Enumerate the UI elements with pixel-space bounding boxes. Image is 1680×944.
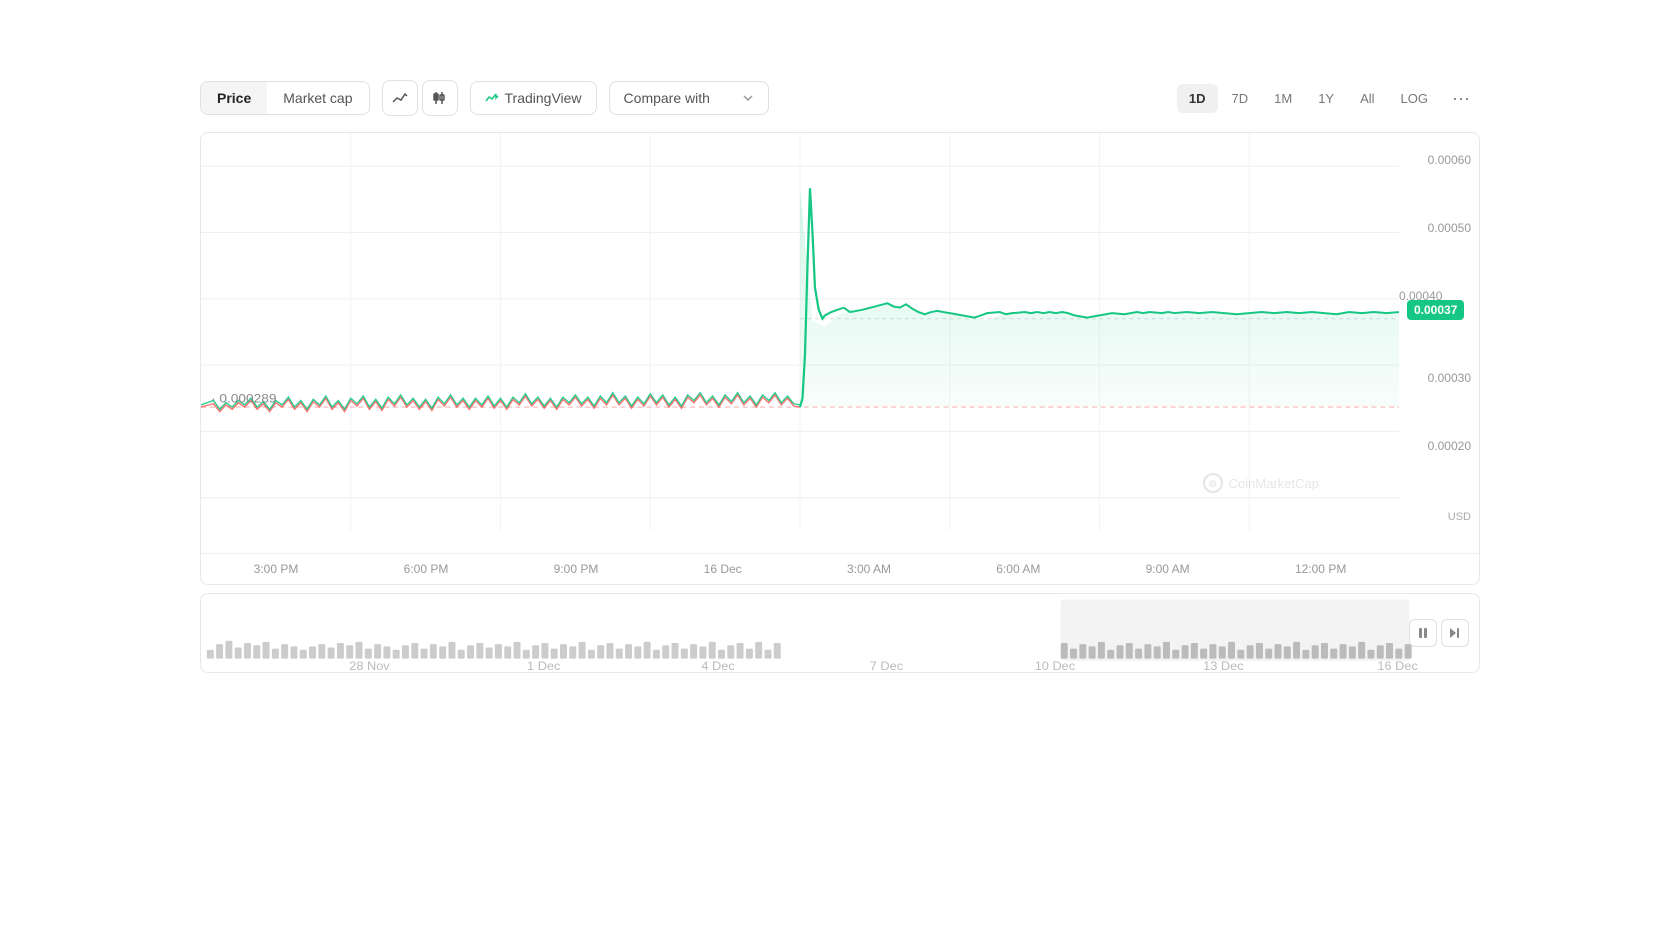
compare-with-label: Compare with <box>624 90 710 106</box>
svg-text:1 Dec: 1 Dec <box>527 659 560 672</box>
chart-svg-area: · 0.000289 ◎ CoinMarketCap <box>201 133 1399 553</box>
tab-market-cap[interactable]: Market cap <box>267 82 368 114</box>
x-label-3: 16 Dec <box>704 562 742 576</box>
time-btn-log[interactable]: LOG <box>1389 84 1440 113</box>
minimap-chart: 28 Nov 1 Dec 4 Dec 7 Dec 10 Dec 13 Dec 1… <box>201 594 1479 672</box>
tradingview-label: TradingView <box>505 90 582 106</box>
pause-icon <box>1418 627 1428 639</box>
time-range-buttons: 1D 7D 1M 1Y All LOG ··· <box>1177 81 1480 116</box>
price-chart-svg: · 0.000289 <box>201 133 1399 553</box>
line-chart-icon[interactable] <box>382 80 418 116</box>
time-btn-1y[interactable]: 1Y <box>1306 84 1346 113</box>
x-label-0: 3:00 PM <box>254 562 299 576</box>
tab-price[interactable]: Price <box>201 82 267 114</box>
x-label-6: 9:00 AM <box>1146 562 1190 576</box>
chart-view-icons <box>382 80 458 116</box>
chart-main: · 0.000289 ◎ CoinMarketCap 0.00060 0.000… <box>201 133 1479 553</box>
y-label-1: 0.00050 <box>1428 221 1471 235</box>
y-label-2: 0.00040 0.00037 <box>1399 289 1471 317</box>
more-options-button[interactable]: ··· <box>1442 81 1480 116</box>
compare-with-dropdown[interactable]: Compare with <box>609 81 769 115</box>
main-chart-container: · 0.000289 ◎ CoinMarketCap 0.00060 0.000… <box>200 132 1480 585</box>
current-price-badge: 0.00037 <box>1407 300 1464 320</box>
chevron-down-icon <box>742 92 754 104</box>
chart-type-tabs: Price Market cap <box>200 81 370 115</box>
pause-button[interactable] <box>1409 619 1437 647</box>
time-btn-7d[interactable]: 7D <box>1220 84 1261 113</box>
step-forward-icon <box>1449 627 1461 639</box>
time-btn-1m[interactable]: 1M <box>1262 84 1304 113</box>
svg-text:4 Dec: 4 Dec <box>701 659 734 672</box>
x-label-1: 6:00 PM <box>404 562 449 576</box>
svg-text:28 Nov: 28 Nov <box>349 659 390 672</box>
y-label-3: 0.00030 <box>1428 371 1471 385</box>
y-label-4: 0.00020 <box>1428 439 1471 453</box>
svg-text:7 Dec: 7 Dec <box>870 659 903 672</box>
x-label-5: 6:00 AM <box>996 562 1040 576</box>
x-label-4: 3:00 AM <box>847 562 891 576</box>
x-label-7: 12:00 PM <box>1295 562 1346 576</box>
svg-text:· 0.000289: · 0.000289 <box>211 391 277 405</box>
minimap-container: 28 Nov 1 Dec 4 Dec 7 Dec 10 Dec 13 Dec 1… <box>200 593 1480 673</box>
chart-toolbar: Price Market cap <box>200 80 1480 116</box>
svg-text:13 Dec: 13 Dec <box>1203 659 1243 672</box>
usd-label: USD <box>1448 511 1471 523</box>
y-label-0: 0.00060 <box>1428 153 1471 167</box>
svg-text:16 Dec: 16 Dec <box>1377 659 1417 672</box>
y-axis: 0.00060 0.00050 0.00040 0.00037 0.00030 … <box>1399 133 1479 553</box>
time-btn-all[interactable]: All <box>1348 84 1386 113</box>
step-forward-button[interactable] <box>1441 619 1469 647</box>
tradingview-button[interactable]: TradingView <box>470 81 597 115</box>
candle-chart-icon[interactable] <box>422 80 458 116</box>
time-btn-1d[interactable]: 1D <box>1177 84 1218 113</box>
minimap-svg: 28 Nov 1 Dec 4 Dec 7 Dec 10 Dec 13 Dec 1… <box>201 594 1479 672</box>
x-label-2: 9:00 PM <box>554 562 599 576</box>
minimap-inner: 28 Nov 1 Dec 4 Dec 7 Dec 10 Dec 13 Dec 1… <box>201 594 1479 672</box>
x-axis: 3:00 PM 6:00 PM 9:00 PM 16 Dec 3:00 AM 6… <box>201 553 1479 584</box>
minimap-controls <box>1409 619 1469 647</box>
svg-text:10 Dec: 10 Dec <box>1035 659 1075 672</box>
